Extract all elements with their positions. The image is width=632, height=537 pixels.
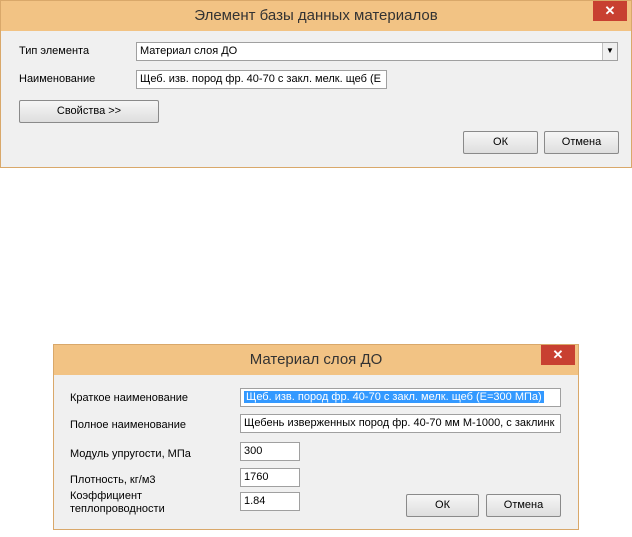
short-name-value: Щеб. изв. пород фр. 40-70 с закл. мелк. …: [244, 391, 544, 403]
cancel-button[interactable]: Отмена: [486, 494, 561, 517]
layer-material-dialog: Материал слоя ДО ✕ Краткое наименование …: [53, 344, 579, 530]
close-button[interactable]: ✕: [541, 345, 575, 365]
full-name-label: Полное наименование: [70, 419, 186, 431]
element-type-dropdown[interactable]: Материал слоя ДО ▼: [136, 42, 618, 61]
close-icon: ✕: [552, 347, 564, 362]
dialog-title: Материал слоя ДО: [249, 351, 383, 368]
element-type-label: Тип элемента: [19, 45, 90, 57]
short-name-label: Краткое наименование: [70, 392, 189, 404]
density-input[interactable]: 1760: [240, 468, 300, 487]
properties-button[interactable]: Свойства >>: [19, 100, 159, 123]
modulus-label: Модуль упругости, МПа: [70, 448, 191, 460]
material-db-element-dialog: Элемент базы данных материалов ✕ Тип эле…: [0, 0, 632, 168]
full-name-input[interactable]: Щебень изверженных пород фр. 40-70 мм М-…: [240, 414, 561, 433]
modulus-input[interactable]: 300: [240, 442, 300, 461]
conductivity-label-line-1: Коэффициент: [70, 490, 143, 502]
short-name-input[interactable]: Щеб. изв. пород фр. 40-70 с закл. мелк. …: [240, 388, 561, 407]
density-label: Плотность, кг/м3: [70, 474, 156, 486]
name-label: Наименование: [19, 73, 96, 85]
close-button[interactable]: ✕: [593, 1, 627, 21]
dialog-title: Элемент базы данных материалов: [194, 7, 438, 24]
ok-button[interactable]: ОК: [463, 131, 538, 154]
name-input[interactable]: Щеб. изв. пород фр. 40-70 с закл. мелк. …: [136, 70, 387, 89]
element-type-value: Материал слоя ДО: [140, 45, 238, 57]
ok-button[interactable]: ОК: [406, 494, 479, 517]
cancel-button[interactable]: Отмена: [544, 131, 619, 154]
close-icon: ✕: [604, 3, 616, 18]
chevron-down-icon[interactable]: ▼: [602, 43, 617, 60]
conductivity-label-line-2: теплопроводности: [70, 503, 165, 515]
conductivity-input[interactable]: 1.84: [240, 492, 300, 511]
